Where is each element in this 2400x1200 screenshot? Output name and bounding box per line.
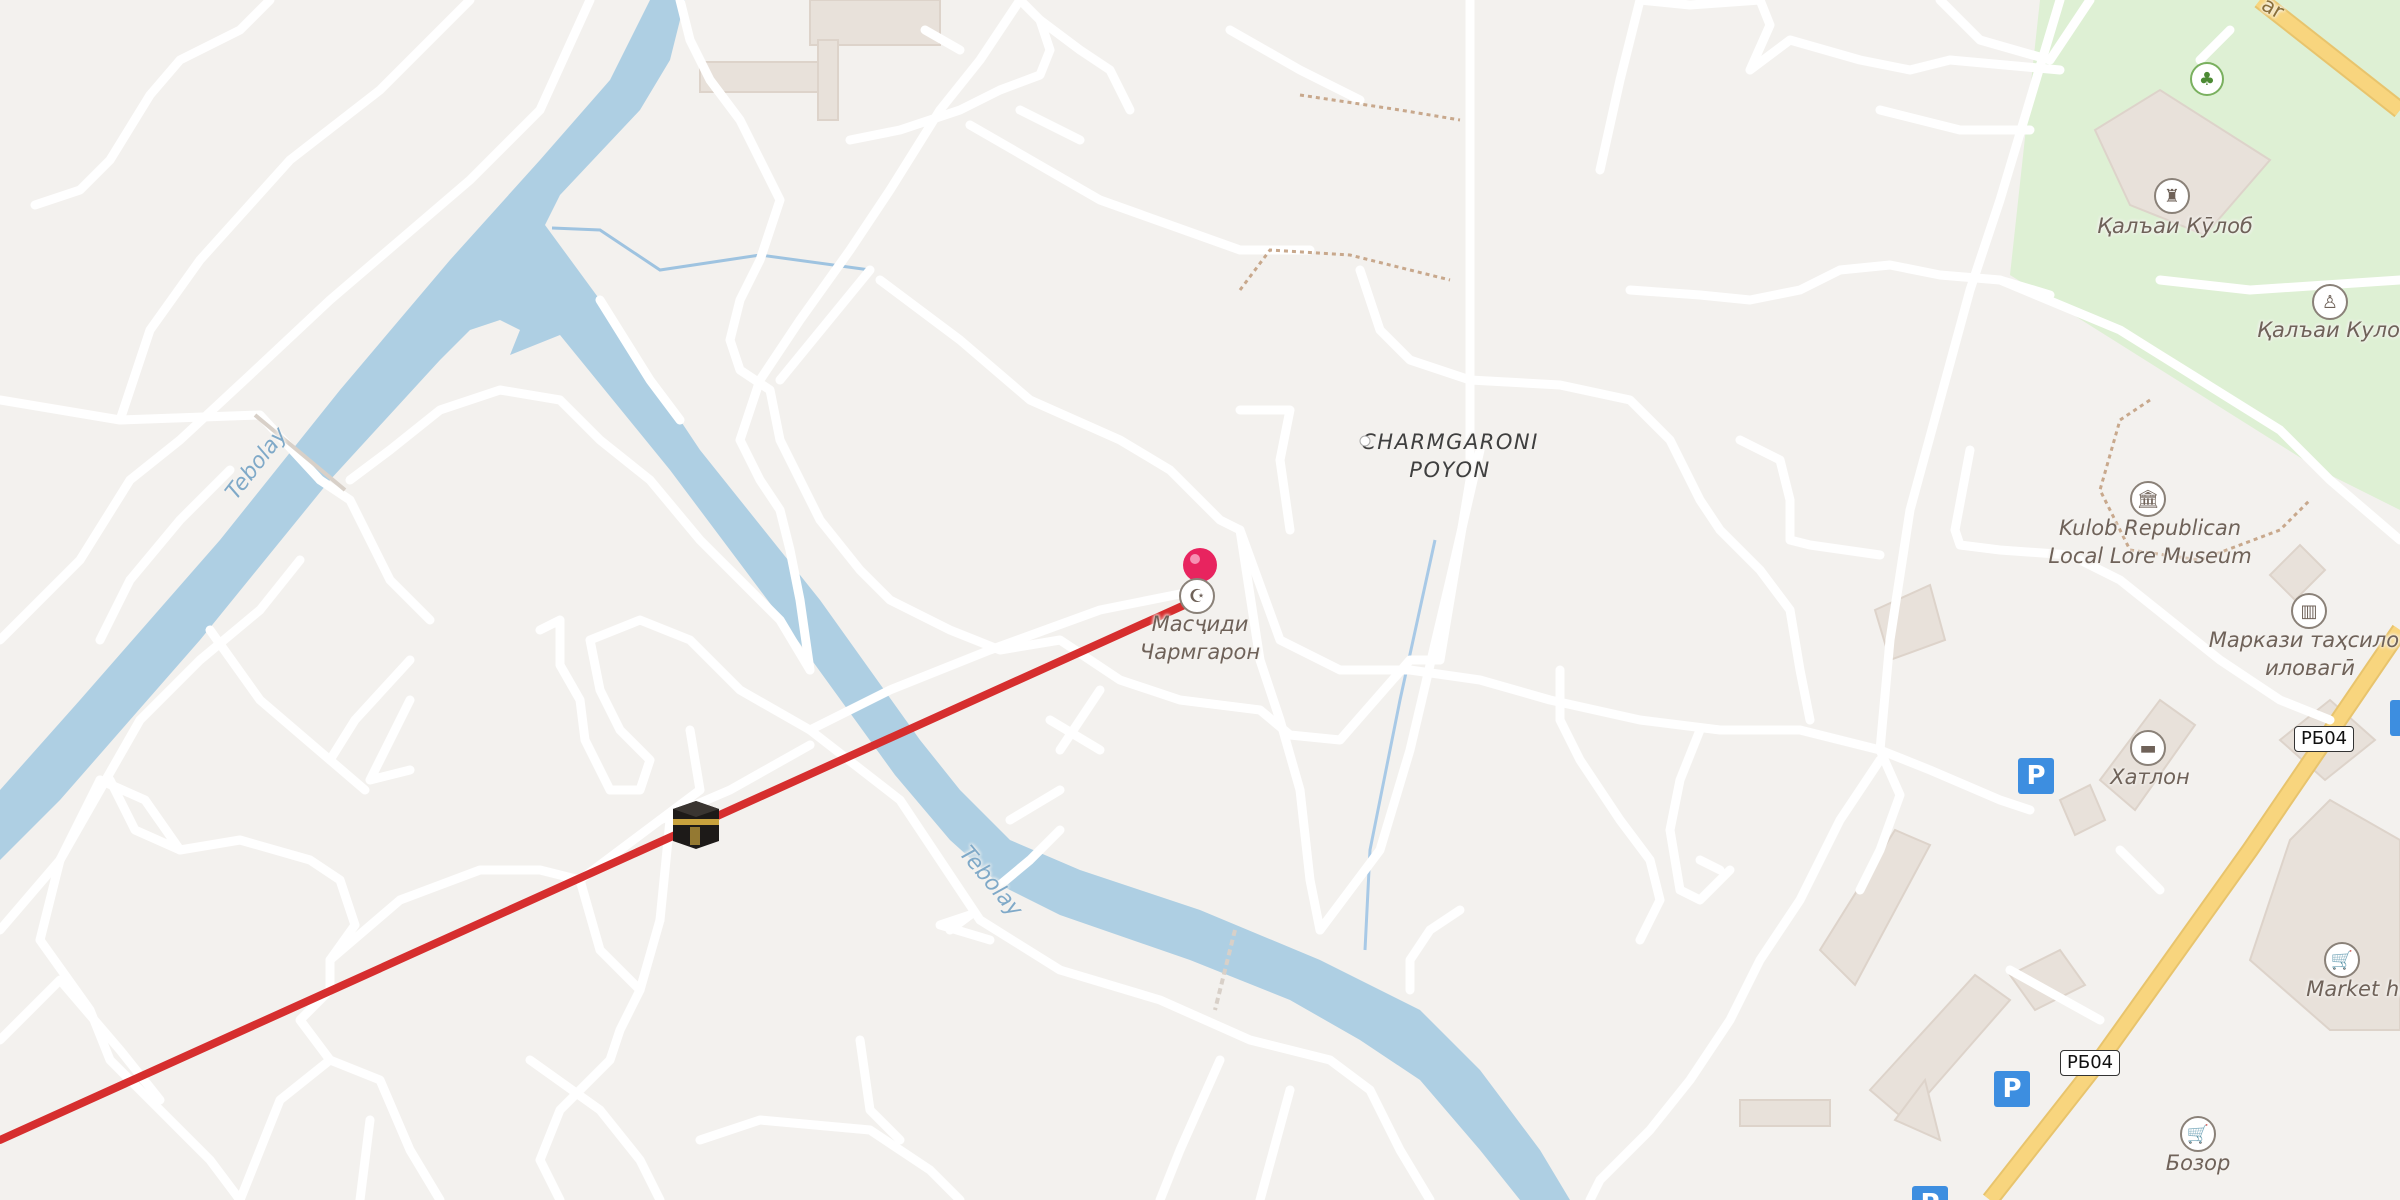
museum-label-line1: Kulob Republican [2058, 516, 2242, 540]
place-label-charmgaroni: CHARMGARONI POYON [1350, 428, 1550, 484]
market-label: Market hall [2306, 977, 2400, 1001]
tree-icon[interactable]: ♣ [2190, 62, 2224, 96]
parking-icon[interactable]: P [1994, 1071, 2030, 1107]
museum-icon[interactable]: 🏛 [2130, 481, 2166, 517]
fort-label-2: Қалъаи Кулоб [2257, 318, 2400, 342]
river-tebolay [0, 0, 1570, 1200]
monument-icon[interactable]: ♙ [2312, 284, 2348, 320]
education-center-label: Маркази таҳсилот иловагӣ [2180, 626, 2400, 682]
parking-icon[interactable]: P [2018, 758, 2054, 794]
parking-icon[interactable]: P [1912, 1186, 1948, 1200]
route-shield-rb04: РБ04 [2060, 1050, 2121, 1076]
map-canvas[interactable]: ☪ Масҷиди Чармгарон Tebolay Tebolay CHAR… [0, 0, 2400, 1200]
library-icon[interactable]: ▥ [2291, 593, 2327, 629]
mosque-label: Масҷиди Чармгарон [1100, 610, 1300, 666]
mosque-label-line1: Масҷиди [1151, 612, 1249, 636]
shopping-cart-icon[interactable]: 🛒 [2180, 1116, 2216, 1152]
place-label-line2: POYON [1409, 458, 1491, 482]
bed-icon[interactable]: ▬ [2130, 730, 2166, 766]
center-label-line1: Маркази таҳсилот [2208, 628, 2400, 652]
museum-label: Kulob Republican Local Lore Museum [2040, 514, 2260, 570]
hotel-label: Хатлон [2110, 765, 2190, 789]
kaaba-icon[interactable] [668, 797, 724, 853]
center-label-line2: иловагӣ [2265, 656, 2355, 680]
fort-label-1: Қалъаи Кӯлоб [2097, 214, 2253, 238]
mosque-icon[interactable]: ☪ [1179, 578, 1215, 614]
bazaar-label: Бозор [2165, 1151, 2231, 1175]
parking-icon-partial[interactable] [2390, 700, 2400, 736]
place-dot [1359, 435, 1371, 447]
route-shield-rb04: РБ04 [2294, 726, 2355, 752]
shopping-cart-icon[interactable]: 🛒 [2324, 942, 2360, 978]
buildings [699, 0, 2400, 1142]
castle-icon[interactable]: ♜ [2154, 178, 2190, 214]
place-label-line1: CHARMGARONI [1361, 430, 1539, 454]
mosque-label-line2: Чармгарон [1139, 640, 1261, 664]
museum-label-line2: Local Lore Museum [2048, 544, 2252, 568]
